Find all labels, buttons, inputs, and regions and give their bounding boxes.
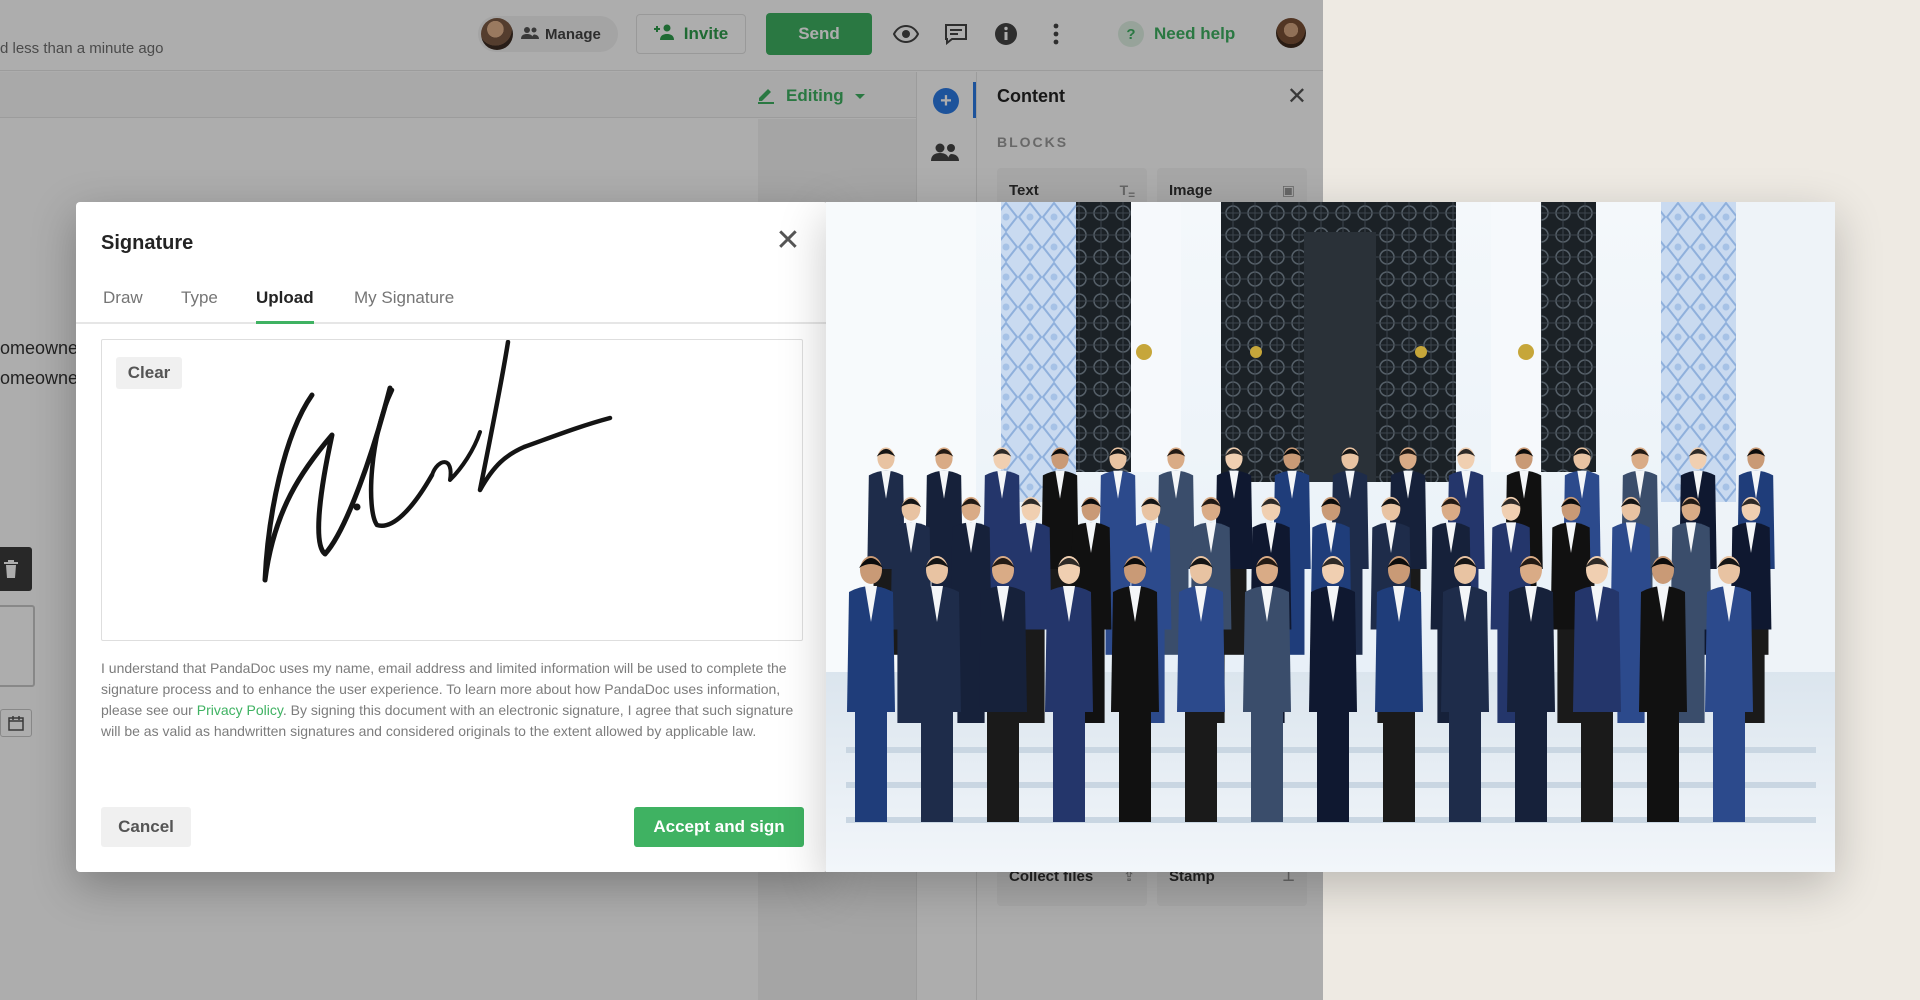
privacy-policy-link[interactable]: Privacy Policy	[197, 702, 283, 718]
close-icon[interactable]: ✕	[770, 222, 806, 258]
legal-disclaimer: I understand that PandaDoc uses my name,…	[101, 658, 808, 742]
signature-tabs: Draw Type Upload My Signature	[76, 284, 828, 324]
signature-modal: Signature ✕ Draw Type Upload My Signatur…	[76, 202, 828, 872]
group-photo-illustration	[826, 202, 1835, 872]
tab-my-signature[interactable]: My Signature	[354, 288, 454, 324]
cancel-button[interactable]: Cancel	[101, 807, 191, 847]
signature-upload-area[interactable]: Clear	[101, 339, 803, 641]
tab-draw[interactable]: Draw	[103, 288, 143, 324]
modal-title: Signature	[101, 232, 194, 254]
tab-upload[interactable]: Upload	[256, 288, 314, 324]
clear-button[interactable]: Clear	[116, 357, 182, 389]
tab-type[interactable]: Type	[181, 288, 218, 324]
uploaded-signature-image	[262, 340, 613, 583]
group-photo	[826, 202, 1835, 872]
accept-and-sign-button[interactable]: Accept and sign	[634, 807, 804, 847]
